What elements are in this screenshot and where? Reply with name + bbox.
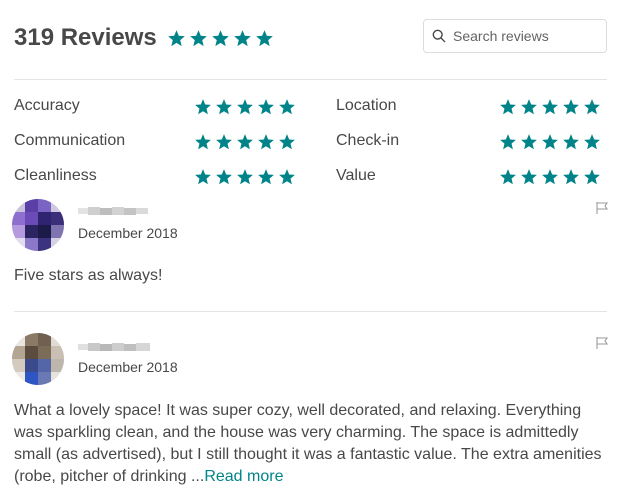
star-icon: [255, 29, 274, 48]
overall-rating-stars: [167, 29, 274, 48]
category-stars-cleanliness: [194, 168, 296, 186]
star-icon: [520, 168, 538, 186]
star-icon: [189, 29, 208, 48]
search-icon: [432, 29, 446, 43]
search-box[interactable]: [423, 19, 607, 53]
reviewer-avatar[interactable]: [12, 333, 64, 385]
star-icon: [541, 168, 559, 186]
star-icon: [257, 168, 275, 186]
review-divider: [14, 311, 607, 312]
header-divider: [14, 79, 607, 80]
category-stars-communication: [194, 133, 296, 151]
category-label-cleanliness: Cleanliness: [14, 167, 97, 184]
read-more-link[interactable]: Read more: [204, 468, 283, 485]
review-date: December 2018: [78, 359, 178, 375]
category-stars-location: [499, 98, 601, 116]
star-icon: [233, 29, 252, 48]
category-label-check-in: Check-in: [336, 132, 400, 149]
review-text: What a lovely space! It was super cozy, …: [14, 400, 604, 488]
reviewer-name-redacted: [78, 207, 148, 215]
star-icon: [215, 98, 233, 116]
reviews-count-title: 319 Reviews: [14, 24, 157, 51]
category-label-accuracy: Accuracy: [14, 97, 80, 114]
star-icon: [278, 133, 296, 151]
star-icon: [236, 98, 254, 116]
star-icon: [236, 133, 254, 151]
category-label-communication: Communication: [14, 132, 126, 149]
category-label-location: Location: [336, 97, 397, 114]
star-icon: [541, 98, 559, 116]
review-date: December 2018: [78, 225, 178, 241]
star-icon: [278, 168, 296, 186]
star-icon: [194, 168, 212, 186]
star-icon: [583, 168, 601, 186]
star-icon: [562, 168, 580, 186]
category-stars-check-in: [499, 133, 601, 151]
star-icon: [583, 133, 601, 151]
review-text-body: What a lovely space! It was super cozy, …: [14, 402, 602, 485]
star-icon: [562, 98, 580, 116]
star-icon: [520, 98, 538, 116]
star-icon: [499, 98, 517, 116]
flag-icon[interactable]: [595, 201, 611, 215]
reviewer-avatar[interactable]: [12, 199, 64, 251]
star-icon: [499, 168, 517, 186]
review-text: Five stars as always!: [14, 267, 163, 284]
search-input[interactable]: [453, 28, 603, 44]
star-icon: [194, 133, 212, 151]
category-stars-accuracy: [194, 98, 296, 116]
star-icon: [520, 133, 538, 151]
star-icon: [211, 29, 230, 48]
star-icon: [215, 133, 233, 151]
star-icon: [541, 133, 559, 151]
category-stars-value: [499, 168, 601, 186]
star-icon: [257, 133, 275, 151]
star-icon: [257, 98, 275, 116]
star-icon: [583, 98, 601, 116]
reviewer-name-redacted: [78, 343, 150, 351]
star-icon: [278, 98, 296, 116]
star-icon: [194, 98, 212, 116]
flag-icon[interactable]: [595, 336, 611, 350]
star-icon: [167, 29, 186, 48]
star-icon: [236, 168, 254, 186]
star-icon: [499, 133, 517, 151]
star-icon: [562, 133, 580, 151]
star-icon: [215, 168, 233, 186]
category-label-value: Value: [336, 167, 376, 184]
